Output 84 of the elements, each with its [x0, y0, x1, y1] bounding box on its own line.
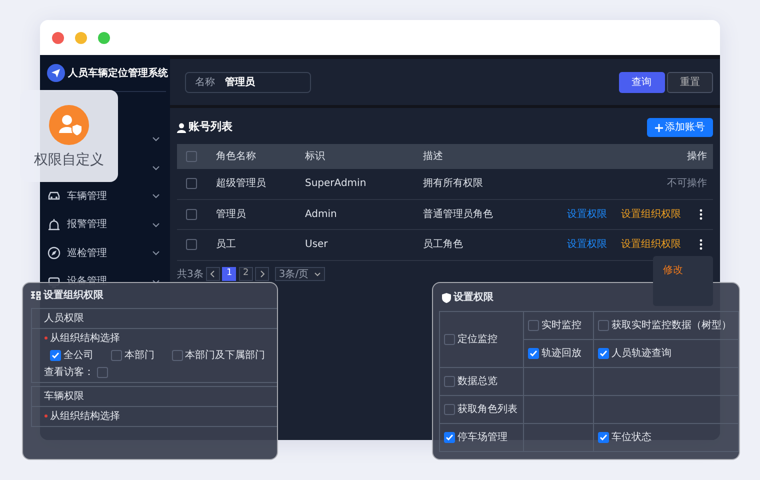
shield-icon [442, 292, 451, 302]
permission-checkbox[interactable]: 轨迹回放 [528, 346, 582, 361]
name-field[interactable]: 名称 管理员 [185, 72, 311, 92]
sidebar-item[interactable]: 报警管理 [40, 210, 170, 239]
permission-checkbox[interactable]: 获取实时监控数据（树型） [598, 318, 732, 333]
checkbox-option[interactable]: 本部门及下属部门 [172, 349, 265, 362]
table-cell-text: 员工 [215, 238, 237, 252]
permission-checkbox[interactable]: 定位监控 [444, 332, 498, 347]
chevron-down-icon[interactable] [152, 222, 160, 228]
sidebar-item[interactable]: 车辆管理 [40, 182, 170, 210]
minimize-dot[interactable] [75, 32, 87, 44]
field-label: 从组织结构选择 [44, 332, 265, 345]
user-icon [177, 122, 186, 132]
action-link[interactable]: 设置组织权限 [621, 237, 681, 252]
row-checkbox[interactable] [186, 208, 197, 220]
next-page-button[interactable] [255, 267, 270, 281]
badge-label: 权限自定义 [34, 151, 104, 170]
table-cell-text: Admin [305, 208, 338, 222]
section-title: 账号列表 [188, 119, 232, 136]
table-cell-text: SuperAdmin [305, 177, 368, 192]
checkmark-icon [599, 433, 608, 442]
page-button[interactable]: 1 [222, 267, 236, 281]
permission-checkbox[interactable]: 停车场管理 [444, 430, 508, 445]
add-account-button[interactable]: 添加账号 [646, 118, 713, 137]
user-shield-icon [49, 105, 89, 145]
plus-icon [654, 124, 662, 132]
action-link[interactable]: 设置权限 [567, 206, 607, 222]
column-header: 描述 [423, 150, 443, 164]
checkmark-icon [599, 349, 608, 358]
visitor-checkbox[interactable]: 查看访客： [44, 366, 108, 379]
previous-page-button[interactable] [206, 267, 220, 281]
maximize-dot[interactable] [98, 32, 110, 44]
table-cell-text: 超级管理员 [215, 176, 267, 192]
checkmark-icon [445, 433, 454, 442]
row-checkbox[interactable] [186, 178, 197, 190]
search-button[interactable]: 查询 [618, 72, 664, 92]
table-cell-text: 不可操作 [667, 177, 707, 192]
permission-checkbox[interactable]: 车位状态 [598, 430, 652, 445]
permission-checkbox[interactable]: 人员轨迹查询 [598, 346, 672, 361]
permission-checkbox[interactable]: 数据总览 [444, 374, 498, 389]
sidebar-item[interactable]: 巡检管理 [40, 239, 170, 268]
page-size-select[interactable]: 3条/页 [274, 267, 325, 281]
panel-title: 设置组织权限 [44, 288, 104, 303]
chevron-right-icon [260, 270, 265, 278]
close-dot[interactable] [52, 32, 64, 44]
action-link[interactable]: 设置权限 [567, 237, 607, 252]
bell-icon [47, 218, 61, 232]
table-cell-text: 员工角色 [423, 238, 464, 252]
permission-checkbox[interactable]: 获取角色列表 [444, 402, 518, 417]
select-all-checkbox[interactable] [186, 151, 197, 162]
app-title: 人员车辆定位管理系统 [68, 66, 168, 80]
chevron-down-icon[interactable] [152, 193, 160, 200]
chevron-down-icon [314, 272, 321, 276]
checkmark-icon [529, 349, 538, 358]
panel-title: 设置权限 [454, 290, 494, 305]
column-header: 操作 [687, 150, 707, 164]
table-cell-text: User [305, 238, 329, 252]
menu-item[interactable]: 修改 [653, 263, 713, 278]
column-header: 角色名称 [215, 150, 256, 164]
chevron-left-icon [210, 270, 216, 278]
section-title: 人员权限 [32, 309, 277, 329]
total-count: 共3条 [177, 268, 204, 282]
paper-plane-icon [47, 64, 65, 82]
page-button[interactable]: 2 [238, 267, 253, 281]
more-icon[interactable] [699, 208, 703, 220]
field-label: 从组织结构选择 [44, 410, 265, 422]
checkbox-option[interactable]: 全公司 [50, 349, 111, 362]
table-cell-text: 管理员 [215, 208, 247, 222]
chevron-down-icon[interactable] [152, 136, 160, 142]
column-header: 标识 [305, 150, 325, 164]
table-cell-text: 拥有所有权限 [423, 176, 484, 192]
action-link[interactable]: 设置组织权限 [621, 206, 681, 222]
chevron-down-icon[interactable] [152, 164, 160, 171]
chevron-down-icon[interactable] [152, 250, 160, 256]
row-checkbox[interactable] [186, 239, 197, 250]
checkbox-option[interactable]: 本部门 [110, 349, 172, 362]
section-title: 车辆权限 [32, 386, 277, 406]
checkmark-icon [51, 351, 60, 360]
org-chart-icon [31, 291, 41, 300]
permission-checkbox[interactable]: 实时监控 [528, 318, 582, 333]
reset-button[interactable]: 重置 [667, 72, 713, 92]
more-icon[interactable] [699, 239, 703, 250]
table-cell-text: 普通管理员角色 [423, 208, 494, 222]
compass-icon [47, 246, 61, 260]
